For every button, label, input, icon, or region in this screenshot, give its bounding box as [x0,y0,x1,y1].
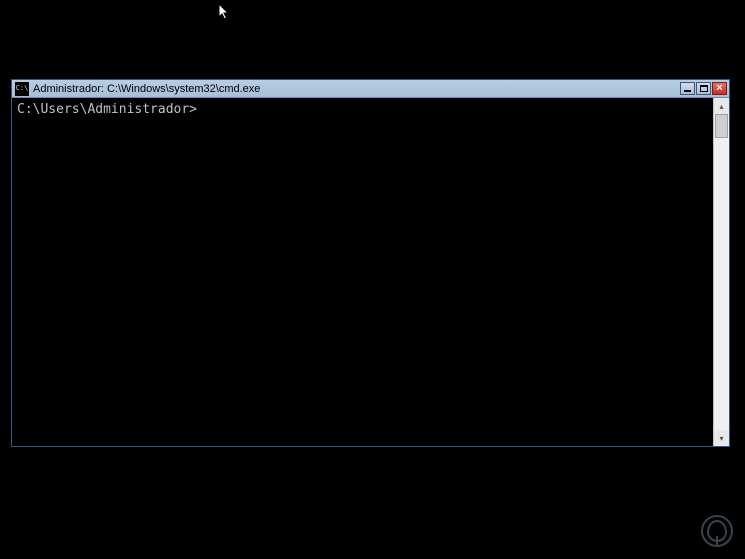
scroll-thumb[interactable] [715,114,728,138]
terminal-content[interactable]: C:\Users\Administrador> [12,98,713,446]
minimize-icon [684,90,691,92]
scroll-up-button[interactable]: ▴ [714,98,729,114]
titlebar[interactable]: C:\ Administrador: C:\Windows\system32\c… [12,80,729,98]
maximize-icon [700,85,708,92]
scroll-track[interactable] [714,114,729,430]
cmd-icon: C:\ [15,82,29,96]
window-title: Administrador: C:\Windows\system32\cmd.e… [33,80,680,98]
watermark-head-icon [707,520,727,542]
close-button[interactable]: × [712,82,727,95]
scroll-down-button[interactable]: ▾ [714,430,729,446]
cmd-window: C:\ Administrador: C:\Windows\system32\c… [11,79,730,447]
prompt-line: C:\Users\Administrador> [17,102,708,117]
close-icon: × [716,83,722,94]
minimize-button[interactable] [680,82,695,95]
watermark-logo [701,515,733,547]
mouse-cursor [219,4,231,22]
terminal-area: C:\Users\Administrador> ▴ ▾ [12,98,729,446]
maximize-button[interactable] [696,82,711,95]
vertical-scrollbar[interactable]: ▴ ▾ [713,98,729,446]
window-controls: × [680,80,729,97]
